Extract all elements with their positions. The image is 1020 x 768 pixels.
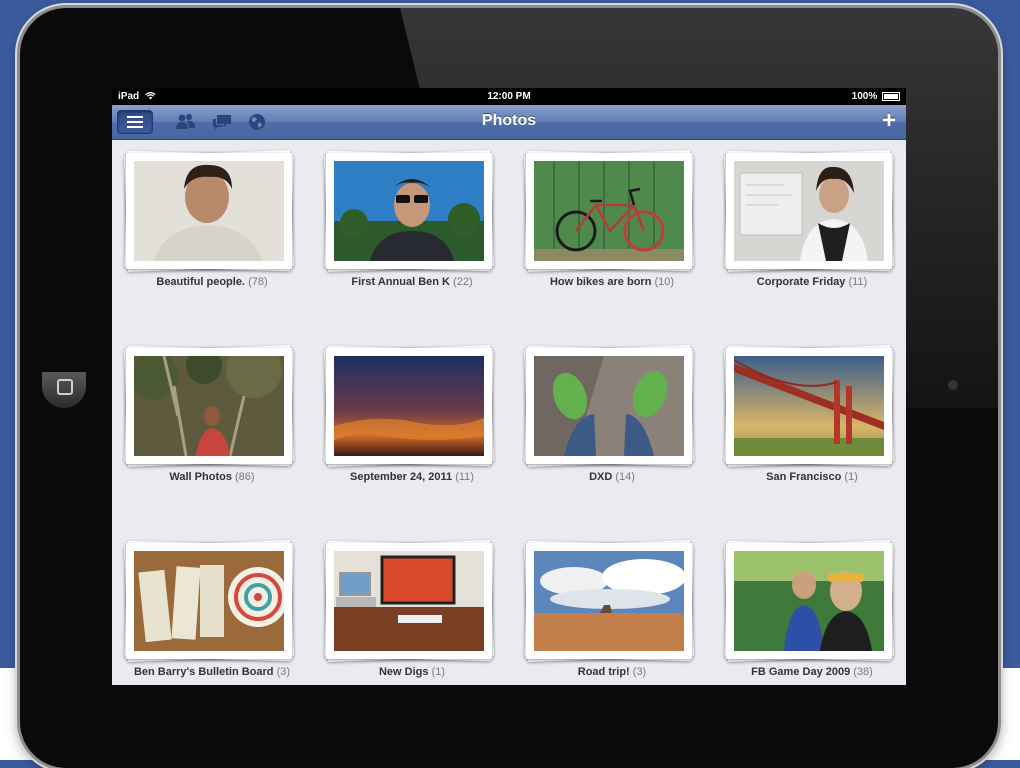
album-label: DXD (14) <box>589 471 635 483</box>
album-photo-stack <box>124 345 294 467</box>
album-tile[interactable]: DXD (14) <box>512 334 712 504</box>
album-photo-stack <box>724 345 894 467</box>
album-label: September 24, 2011 (11) <box>350 471 474 483</box>
album-tile[interactable]: September 24, 2011 (11) <box>312 334 512 504</box>
home-button[interactable] <box>42 372 86 408</box>
battery-icon <box>882 91 900 101</box>
album-grid: Beautiful people. (78) First Annual Ben … <box>112 139 906 685</box>
album-photo-stack <box>324 150 494 272</box>
album-photo-stack <box>124 150 294 272</box>
home-square-icon <box>57 379 73 395</box>
album-label: Road trip! (3) <box>577 666 647 678</box>
album-cover-sunset <box>334 356 484 456</box>
album-label: New Digs (1) <box>378 666 446 678</box>
album-cover-desk <box>334 551 484 651</box>
album-label: Corporate Friday (11) <box>756 276 868 288</box>
add-button[interactable]: + <box>882 107 896 135</box>
album-label: First Annual Ben K (22) <box>351 276 473 288</box>
album-tile[interactable]: How bikes are born (10) <box>512 139 712 309</box>
album-photo-stack <box>324 345 494 467</box>
album-tile[interactable]: New Digs (1) <box>312 529 512 685</box>
album-cover-bike <box>534 161 684 261</box>
camera-icon <box>948 380 958 390</box>
album-cover-friends <box>734 551 884 651</box>
album-tile[interactable]: Wall Photos (86) <box>112 334 312 504</box>
album-cover-office <box>734 161 884 261</box>
album-tile[interactable]: First Annual Ben K (22) <box>312 139 512 309</box>
battery-percent: 100% <box>851 91 878 102</box>
album-tile[interactable]: Corporate Friday (11) <box>712 139 906 309</box>
album-tile[interactable]: Road trip! (3) <box>512 529 712 685</box>
album-cover-woods <box>134 356 284 456</box>
album-photo-stack <box>524 540 694 662</box>
status-bar: iPad 12:00 PM 100% <box>112 88 906 105</box>
album-label: Beautiful people. (78) <box>156 276 268 288</box>
album-label: FB Game Day 2009 (38) <box>751 666 873 678</box>
ipad-screen: iPad 12:00 PM 100% Photos + Beautiful pe… <box>112 88 906 685</box>
album-cover-bulletin <box>134 551 284 651</box>
album-photo-stack <box>324 540 494 662</box>
status-time: 12:00 PM <box>487 91 531 102</box>
album-tile[interactable]: San Francisco (1) <box>712 334 906 504</box>
album-tile[interactable]: Ben Barry's Bulletin Board (3) <box>112 529 312 685</box>
album-cover-sunglasses <box>334 161 484 261</box>
album-label: San Francisco (1) <box>766 471 858 483</box>
album-cover-desert <box>534 551 684 651</box>
album-label: Wall Photos (86) <box>169 471 255 483</box>
album-photo-stack <box>124 540 294 662</box>
album-label: How bikes are born (10) <box>549 276 675 288</box>
album-cover-shoes <box>534 356 684 456</box>
album-label: Ben Barry's Bulletin Board (3) <box>133 666 291 678</box>
album-tile[interactable]: FB Game Day 2009 (38) <box>712 529 906 685</box>
album-photo-stack <box>524 150 694 272</box>
album-photo-stack <box>724 540 894 662</box>
album-tile[interactable]: Beautiful people. (78) <box>112 139 312 309</box>
album-cover-bridge <box>734 356 884 456</box>
album-cover-portrait <box>134 161 284 261</box>
album-photo-stack <box>724 150 894 272</box>
page-title: Photos <box>481 112 537 129</box>
nav-bar: Photos + <box>112 105 906 140</box>
album-photo-stack <box>524 345 694 467</box>
